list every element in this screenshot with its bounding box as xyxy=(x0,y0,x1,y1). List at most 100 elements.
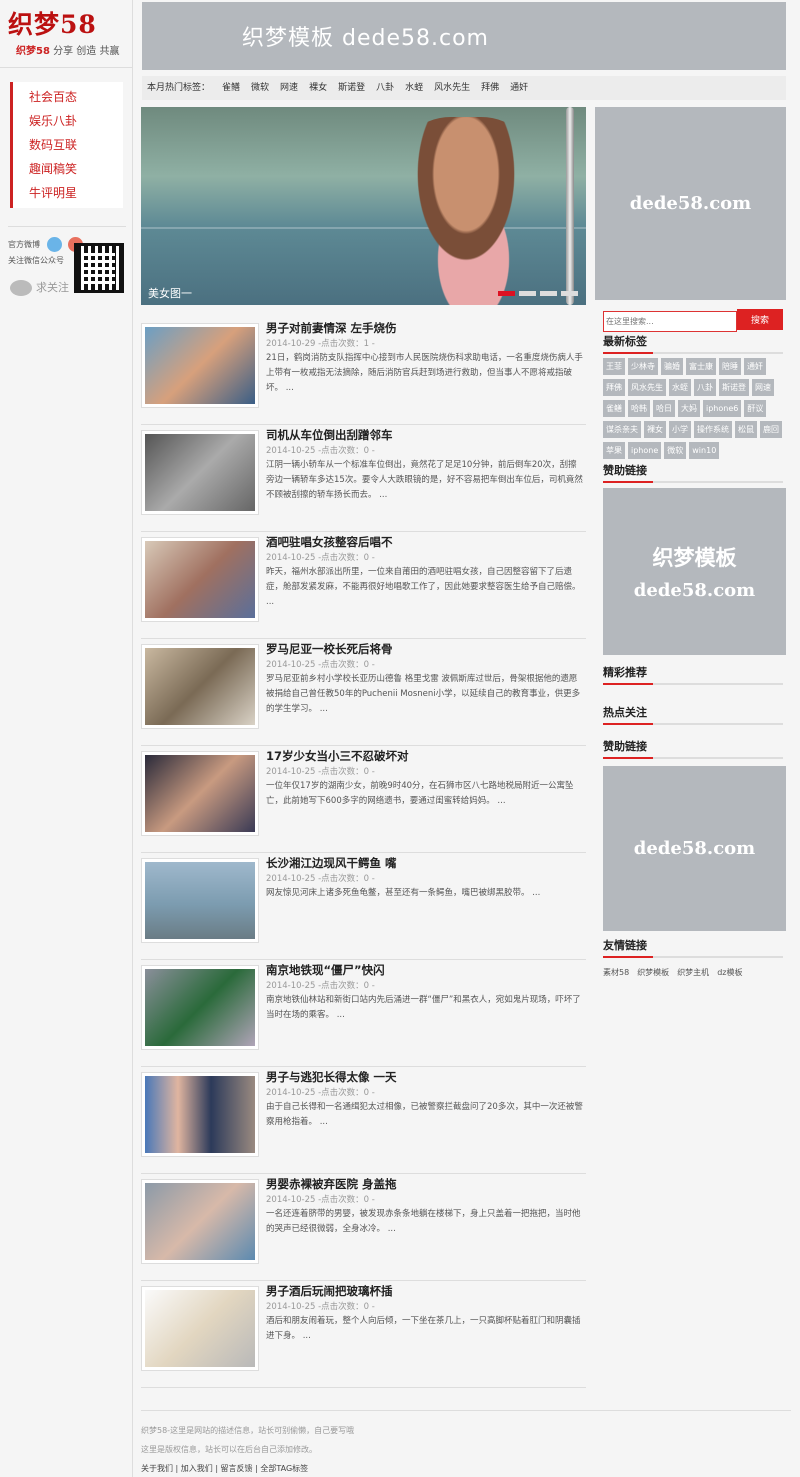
latest-tag[interactable]: 陪睡 xyxy=(719,358,741,375)
article-title[interactable]: 司机从车位倒出刮蹭邻车 xyxy=(266,427,584,444)
article-thumbnail[interactable] xyxy=(141,323,259,408)
article-thumbnail[interactable] xyxy=(141,1179,259,1264)
article-title[interactable]: 酒吧驻唱女孩整容后唱不 xyxy=(266,534,584,551)
latest-tag[interactable]: 微软 xyxy=(664,442,687,459)
article-title[interactable]: 长沙湘江边现风干鳄鱼 嘴 xyxy=(266,855,584,872)
slider-dot[interactable] xyxy=(561,291,578,296)
latest-tag[interactable]: 裸女 xyxy=(644,421,666,438)
article-title[interactable]: 男子与逃犯长得太像 一天 xyxy=(266,1069,584,1086)
right-ad-1[interactable]: dede58.com xyxy=(595,107,786,300)
latest-tag[interactable]: 鹿回 xyxy=(760,421,782,438)
footer-links[interactable]: 关于我们 | 加入我们 | 留言反馈 | 全部TAG标签 xyxy=(141,1459,791,1477)
nav-item-society[interactable]: 社会百态 xyxy=(13,85,123,109)
article-list: 男子对前妻情深 左手烧伤 2014-10-29 -点击次数：1 -21日，鹤岗消防… xyxy=(141,318,586,1388)
article-thumbnail[interactable] xyxy=(141,537,259,622)
hot-tag[interactable]: 通奸 xyxy=(510,83,528,93)
latest-tag[interactable]: 谋杀亲夫 xyxy=(603,421,641,438)
ad2-line1: 织梦模板 xyxy=(652,545,737,570)
logo-text[interactable]: 织梦58 xyxy=(8,10,132,40)
article-thumbnail-image xyxy=(145,1076,255,1153)
article-title[interactable]: 罗马尼亚一校长死后将骨 xyxy=(266,641,584,658)
friend-link[interactable]: dz模板 xyxy=(717,968,742,977)
friend-link[interactable]: 织梦模板 xyxy=(637,968,669,977)
nav-item-entertainment[interactable]: 娱乐八卦 xyxy=(13,109,123,133)
friend-link[interactable]: 素材58 xyxy=(603,968,629,977)
sponsor-title: 赞助链接 xyxy=(603,463,783,483)
article-description: 江阴一辆小轿车从一个标准车位倒出，竟然花了足足10分钟，前后倒车20次，刮擦旁边… xyxy=(266,460,583,500)
latest-tag[interactable]: 小学 xyxy=(669,421,691,438)
latest-tag[interactable]: 酐议 xyxy=(744,400,767,417)
latest-tag[interactable]: win10 xyxy=(689,442,720,459)
latest-tag[interactable]: 水蛭 xyxy=(669,379,691,396)
article-date: 2014-10-25 xyxy=(266,1195,316,1205)
article-meta: 2014-10-25 -点击次数：0 - xyxy=(266,765,584,779)
site-logo[interactable]: 织梦58 织梦58 分享 创造 共赢 xyxy=(0,0,132,68)
latest-tag[interactable]: 雀鳝 xyxy=(603,400,625,417)
article-thumbnail[interactable] xyxy=(141,858,259,943)
article-title[interactable]: 男婴赤裸被弃医院 身盖拖 xyxy=(266,1176,584,1193)
article-thumbnail[interactable] xyxy=(141,751,259,836)
hot-tag[interactable]: 拜佛 xyxy=(481,83,499,93)
search-input[interactable] xyxy=(603,311,737,332)
latest-tag[interactable]: 王菲 xyxy=(603,358,625,375)
article-thumbnail[interactable] xyxy=(141,1072,259,1157)
right-ad-2[interactable]: 织梦模板 dede58.com xyxy=(603,488,786,655)
hot-tag[interactable]: 网速 xyxy=(280,83,298,93)
article-thumbnail[interactable] xyxy=(141,1286,259,1371)
latest-tag[interactable]: 哈韩 xyxy=(628,400,650,417)
article-thumbnail[interactable] xyxy=(141,965,259,1050)
friend-link[interactable]: 织梦主机 xyxy=(677,968,709,977)
latest-tag[interactable]: iphone xyxy=(628,442,662,459)
latest-tag[interactable]: 大妈 xyxy=(678,400,700,417)
latest-tag[interactable]: 拜佛 xyxy=(603,379,625,396)
hot-tag[interactable]: 雀鳝 xyxy=(222,83,240,93)
article-title[interactable]: 17岁少女当小三不忍破坏对 xyxy=(266,748,584,765)
latest-tag[interactable]: iphone6 xyxy=(703,400,742,417)
latest-tag[interactable]: 骗婚 xyxy=(661,358,683,375)
latest-tag[interactable]: 网速 xyxy=(752,379,774,396)
article-title[interactable]: 南京地铁现“僵尸”快闪 xyxy=(266,962,584,979)
article-thumbnail[interactable] xyxy=(141,644,259,729)
search-button[interactable]: 搜索 xyxy=(737,309,783,330)
latest-tag[interactable]: 富士康 xyxy=(686,358,716,375)
hot-tag[interactable]: 风水先生 xyxy=(434,83,470,93)
article-item: 17岁少女当小三不忍破坏对 2014-10-25 -点击次数：0 - 一位年仅17岁… xyxy=(141,746,586,853)
top-banner-ad[interactable]: 织梦模板 dede58.com xyxy=(142,2,786,70)
nav-item-digital[interactable]: 数码互联 xyxy=(13,133,123,157)
logo-slogan: 织梦58 分享 创造 共赢 xyxy=(8,42,132,57)
article-date: 2014-10-25 xyxy=(266,981,316,991)
hot-tag[interactable]: 水蛭 xyxy=(405,83,423,93)
footer: 织梦58-这里是网站的描述信息，站长可别偷懒，自己要写哦 这里是版权信息，站长可… xyxy=(141,1410,791,1477)
article-thumbnail[interactable] xyxy=(141,430,259,515)
latest-tag[interactable]: 少林寺 xyxy=(628,358,658,375)
hot-tag[interactable]: 裸女 xyxy=(309,83,327,93)
recommend-title: 精彩推荐 xyxy=(603,665,783,685)
slider-dot[interactable] xyxy=(540,291,557,296)
nav-item-funny[interactable]: 趣闻稿笑 xyxy=(13,157,123,181)
article-views: -点击次数：0 - xyxy=(315,660,375,670)
latest-tag[interactable]: 八卦 xyxy=(694,379,716,396)
latest-tag[interactable]: 苹果 xyxy=(603,442,625,459)
hot-tag[interactable]: 八卦 xyxy=(376,83,394,93)
article-title[interactable]: 男子酒后玩闹把玻璃杯插 xyxy=(266,1283,584,1300)
right-ad-3[interactable]: dede58.com xyxy=(603,766,786,931)
latest-tag[interactable]: 斯诺登 xyxy=(719,379,749,396)
article-date: 2014-10-25 xyxy=(266,767,316,777)
image-slider[interactable]: 美女图一 xyxy=(141,107,586,305)
latest-tag[interactable]: 风水先生 xyxy=(628,379,666,396)
article-meta: 2014-10-25 -点击次数：0 - xyxy=(266,444,584,458)
article-date: 2014-10-25 xyxy=(266,660,316,670)
slider-dot[interactable] xyxy=(498,291,515,296)
latest-tag[interactable]: 操作系统 xyxy=(694,421,732,438)
slider-dot[interactable] xyxy=(519,291,536,296)
latest-tag[interactable]: 通奸 xyxy=(744,358,766,375)
latest-tag[interactable]: 松鼠 xyxy=(735,421,757,438)
article-item: 南京地铁现“僵尸”快闪 2014-10-25 -点击次数：0 - 南京地铁仙林站和新… xyxy=(141,960,586,1067)
hot-tag[interactable]: 微软 xyxy=(251,83,269,93)
wechat-icon xyxy=(10,280,32,296)
article-title[interactable]: 男子对前妻情深 左手烧伤 xyxy=(266,320,584,337)
latest-tag[interactable]: 哈日 xyxy=(653,400,675,417)
nav-item-stars[interactable]: 牛评明星 xyxy=(13,181,123,205)
tencent-weibo-icon[interactable] xyxy=(46,237,62,252)
hot-tag[interactable]: 斯诺登 xyxy=(338,83,365,93)
